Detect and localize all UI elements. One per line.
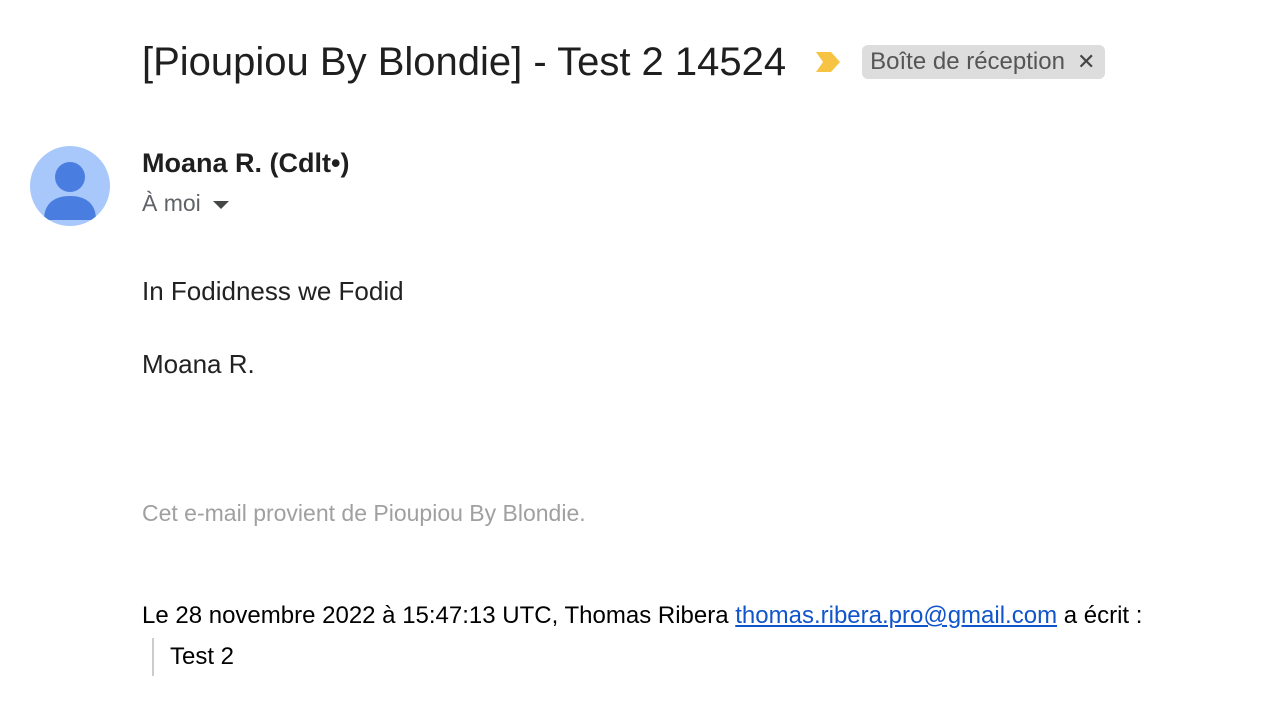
recipient-label: À moi — [142, 190, 201, 216]
quoted-text: Test 2 — [170, 643, 235, 670]
quote-suffix: a écrit : — [1063, 602, 1143, 629]
close-icon[interactable]: ✕ — [1077, 51, 1095, 73]
caret-down-icon[interactable] — [212, 200, 229, 209]
quote-intro: Le 28 novembre 2022 à 15:47:13 UTC, Thom… — [142, 602, 729, 629]
email-subject: [Pioupiou By Blondie] - Test 2 14524 — [142, 40, 787, 84]
avatar[interactable] — [30, 146, 110, 226]
importance-marker-icon[interactable] — [814, 51, 842, 73]
footer-note: Cet e-mail provient de Pioupiou By Blond… — [142, 500, 586, 526]
recipient-details-toggle[interactable]: À moi — [142, 190, 229, 217]
email-body-line: In Fodidness we Fodid — [142, 276, 404, 306]
quoted-text-block: Test 2 — [152, 638, 234, 676]
subject-row: [Pioupiou By Blondie] - Test 2 14524 Boî… — [142, 36, 1106, 88]
sender-name[interactable]: Moana R. (Cdlt•) — [142, 148, 349, 179]
label-chip-inbox[interactable]: Boîte de réception ✕ — [862, 45, 1106, 79]
label-chip-text: Boîte de réception — [870, 48, 1065, 75]
quote-attribution: Le 28 novembre 2022 à 15:47:13 UTC, Thom… — [142, 602, 1142, 630]
person-icon — [44, 162, 96, 220]
quote-email-link[interactable]: thomas.ribera.pro@gmail.com — [735, 602, 1057, 629]
email-body-signature: Moana R. — [142, 349, 255, 379]
